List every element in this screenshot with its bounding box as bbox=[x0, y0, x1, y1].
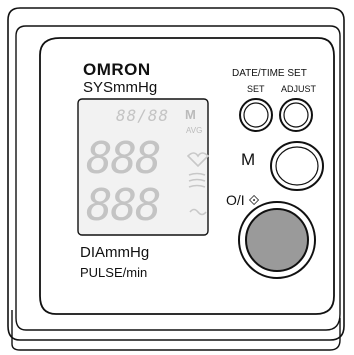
set-button[interactable] bbox=[240, 99, 272, 131]
lcd-date-segments: 88/88 bbox=[116, 106, 170, 125]
pulse-label: PULSE/min bbox=[80, 265, 148, 280]
power-label: O/I ⟐ bbox=[226, 192, 260, 208]
date-time-label: DATE/TIME SET bbox=[232, 68, 307, 79]
adjust-button[interactable] bbox=[280, 99, 312, 131]
dia-label: DIAmmHg bbox=[80, 244, 150, 261]
memory-label: M bbox=[241, 150, 256, 169]
lcd-dia-segments: 888 bbox=[86, 180, 161, 231]
lcd-memory-icon: M bbox=[185, 107, 196, 122]
sys-label: SYSmmHg bbox=[83, 79, 158, 96]
set-label: SET bbox=[247, 84, 265, 94]
memory-button[interactable] bbox=[271, 142, 323, 190]
blood-pressure-monitor: OMRON SYSmmHg DATE/TIME SET SET ADJUST M… bbox=[0, 0, 354, 355]
power-start-button[interactable] bbox=[239, 202, 315, 278]
adjust-label: ADJUST bbox=[281, 84, 317, 94]
lcd-sys-segments: 888 bbox=[86, 133, 161, 184]
lcd-avg-label: AVG bbox=[186, 126, 203, 135]
brand-logo-text: OMRON bbox=[83, 60, 151, 79]
